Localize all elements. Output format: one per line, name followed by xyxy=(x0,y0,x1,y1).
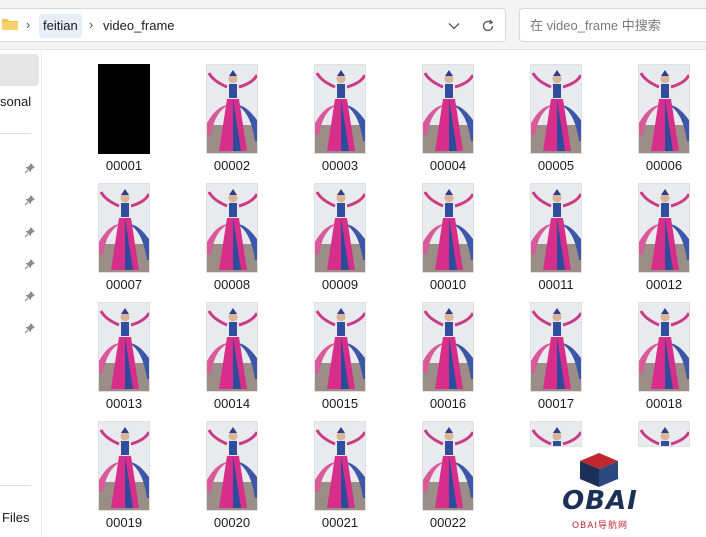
search-box[interactable] xyxy=(519,8,706,42)
refresh-button[interactable] xyxy=(474,13,502,39)
chevron-right-icon: › xyxy=(26,17,31,32)
file-thumbnail[interactable] xyxy=(206,421,258,511)
file-name-label: 00010 xyxy=(429,277,467,292)
file-name-label: 00011 xyxy=(538,277,574,292)
file-thumbnail[interactable] xyxy=(314,183,366,273)
file-thumbnail[interactable] xyxy=(530,302,582,392)
file-name-label: 00016 xyxy=(429,396,467,411)
file-name-label: 00022 xyxy=(429,515,467,530)
file-name-label: 00008 xyxy=(213,277,251,292)
address-bar[interactable]: › feitian › video_frame xyxy=(0,8,506,42)
dancer-thumbnail-image xyxy=(99,422,149,510)
dancer-thumbnail-image xyxy=(531,422,581,446)
file-thumbnail[interactable] xyxy=(530,64,582,154)
file-name-label: 00018 xyxy=(645,396,683,411)
watermark-subtitle: OBAI导航网 xyxy=(571,521,629,531)
file-thumbnail[interactable] xyxy=(314,64,366,154)
address-history-button[interactable] xyxy=(440,13,468,39)
pin-icon[interactable] xyxy=(24,321,36,334)
file-name-label: 00002 xyxy=(213,158,251,173)
file-name-label: 00009 xyxy=(321,277,359,292)
file-thumbnail[interactable] xyxy=(98,302,150,392)
nav-item-files[interactable]: Files xyxy=(2,510,29,525)
file-thumbnail[interactable] xyxy=(638,302,690,392)
dancer-thumbnail-image xyxy=(207,65,257,153)
dancer-thumbnail-image xyxy=(423,184,473,272)
file-thumbnail[interactable] xyxy=(422,64,474,154)
navigation-pane: sonal Files xyxy=(0,51,41,537)
dancer-thumbnail-image xyxy=(423,422,473,510)
file-name-label: 00001 xyxy=(105,158,143,173)
file-thumbnail[interactable] xyxy=(98,64,150,154)
dancer-thumbnail-image xyxy=(207,303,257,391)
dancer-thumbnail-image xyxy=(315,184,365,272)
file-thumbnail[interactable] xyxy=(314,302,366,392)
folder-icon xyxy=(2,18,18,31)
file-name-label: 00017 xyxy=(537,396,575,411)
file-thumbnail[interactable] xyxy=(206,183,258,273)
file-thumbnail[interactable] xyxy=(422,421,474,511)
breadcrumb-item-feitian[interactable]: feitian xyxy=(39,14,82,38)
file-name-label: 00013 xyxy=(105,396,143,411)
file-name-label: 00015 xyxy=(321,396,359,411)
pin-icon[interactable] xyxy=(24,257,36,270)
file-name-label: 00003 xyxy=(321,158,359,173)
dancer-thumbnail-image xyxy=(423,303,473,391)
dancer-thumbnail-image xyxy=(531,65,581,153)
pin-icon[interactable] xyxy=(24,225,36,238)
dancer-thumbnail-image xyxy=(531,303,581,391)
nav-item-selected[interactable] xyxy=(0,54,39,86)
file-thumbnail-loading[interactable] xyxy=(638,421,690,447)
file-thumbnail[interactable] xyxy=(422,183,474,273)
file-name-label: 00020 xyxy=(213,515,251,530)
file-name-label: 00019 xyxy=(105,515,143,530)
file-name-label: 00014 xyxy=(213,396,251,411)
file-thumbnail[interactable] xyxy=(638,183,690,273)
pin-icon[interactable] xyxy=(24,193,36,206)
dancer-thumbnail-image xyxy=(639,422,689,446)
dancer-thumbnail-image xyxy=(315,303,365,391)
file-thumbnail[interactable] xyxy=(530,183,582,273)
dancer-thumbnail-image xyxy=(99,303,149,391)
file-name-label: 00012 xyxy=(645,277,683,292)
pin-icon[interactable] xyxy=(24,161,36,174)
dancer-thumbnail-image xyxy=(207,422,257,510)
watermark-title: OBAI xyxy=(562,486,638,516)
file-thumbnail[interactable] xyxy=(98,183,150,273)
file-name-label: 00007 xyxy=(105,277,143,292)
chevron-right-icon[interactable]: › xyxy=(89,17,93,32)
address-toolbar: › feitian › video_frame xyxy=(0,0,706,50)
dancer-thumbnail-image xyxy=(315,65,365,153)
cube-logo-icon xyxy=(580,453,618,487)
file-thumbnail[interactable] xyxy=(314,421,366,511)
dancer-thumbnail-image xyxy=(423,65,473,153)
dancer-thumbnail-image xyxy=(99,184,149,272)
dancer-thumbnail-image xyxy=(315,422,365,510)
file-thumbnail[interactable] xyxy=(206,64,258,154)
file-name-label: 00004 xyxy=(429,158,467,173)
file-name-label: 00006 xyxy=(645,158,683,173)
dancer-thumbnail-image xyxy=(639,303,689,391)
watermark-logo: OBAI OBAI导航网 xyxy=(552,452,648,532)
file-thumbnail[interactable] xyxy=(638,64,690,154)
chevron-down-icon xyxy=(448,23,460,30)
nav-item-personal[interactable]: sonal xyxy=(0,94,31,109)
file-thumbnail[interactable] xyxy=(206,302,258,392)
refresh-icon xyxy=(482,19,494,32)
file-name-label: 00021 xyxy=(321,515,359,530)
dancer-thumbnail-image xyxy=(639,184,689,272)
file-thumbnail[interactable] xyxy=(422,302,474,392)
search-input[interactable] xyxy=(530,18,700,33)
nav-divider xyxy=(0,133,31,134)
dancer-thumbnail-image xyxy=(639,65,689,153)
dancer-thumbnail-image xyxy=(531,184,581,272)
breadcrumb-item-video-frame[interactable]: video_frame xyxy=(103,18,175,33)
dancer-thumbnail-image xyxy=(207,184,257,272)
file-name-label: 00005 xyxy=(537,158,575,173)
file-thumbnail-loading[interactable] xyxy=(530,421,582,447)
nav-divider xyxy=(0,485,31,486)
file-thumbnail[interactable] xyxy=(98,421,150,511)
pin-icon[interactable] xyxy=(24,289,36,302)
